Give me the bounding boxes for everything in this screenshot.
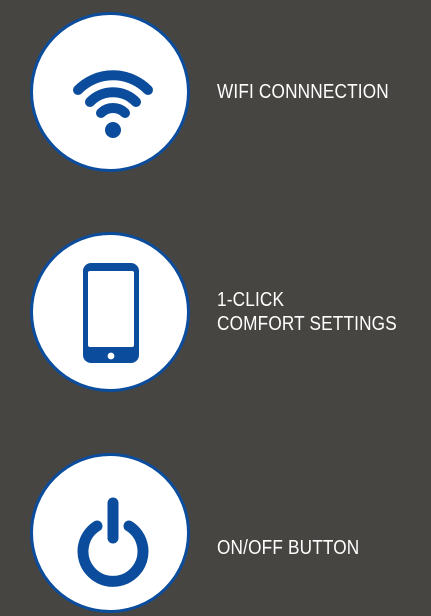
power-badge: [30, 453, 190, 613]
on-off-label-line-1: ON/OFF BUTTON: [217, 537, 360, 559]
smartphone-icon: [83, 263, 139, 363]
feature-wifi: WIFI CONNNECTION: [0, 12, 431, 172]
comfort-label-line-2: COMFORT SETTINGS: [217, 313, 397, 335]
feature-on-off-button: ON/OFF BUTTON: [0, 453, 431, 613]
wifi-label-line-1: WIFI CONNNECTION: [217, 81, 389, 103]
feature-label-wifi: WIFI CONNNECTION: [217, 80, 389, 104]
wifi-badge: [30, 12, 190, 172]
comfort-label-line-1: 1-CLICK: [217, 289, 285, 311]
smartphone-badge: [30, 232, 190, 392]
feature-label-on-off-button: ON/OFF BUTTON: [217, 536, 359, 560]
feature-label-comfort-settings: 1-CLICK COMFORT SETTINGS: [217, 288, 397, 336]
feature-comfort-settings: 1-CLICK COMFORT SETTINGS: [0, 232, 431, 392]
power-icon: [77, 497, 149, 587]
wifi-icon: [73, 70, 153, 138]
